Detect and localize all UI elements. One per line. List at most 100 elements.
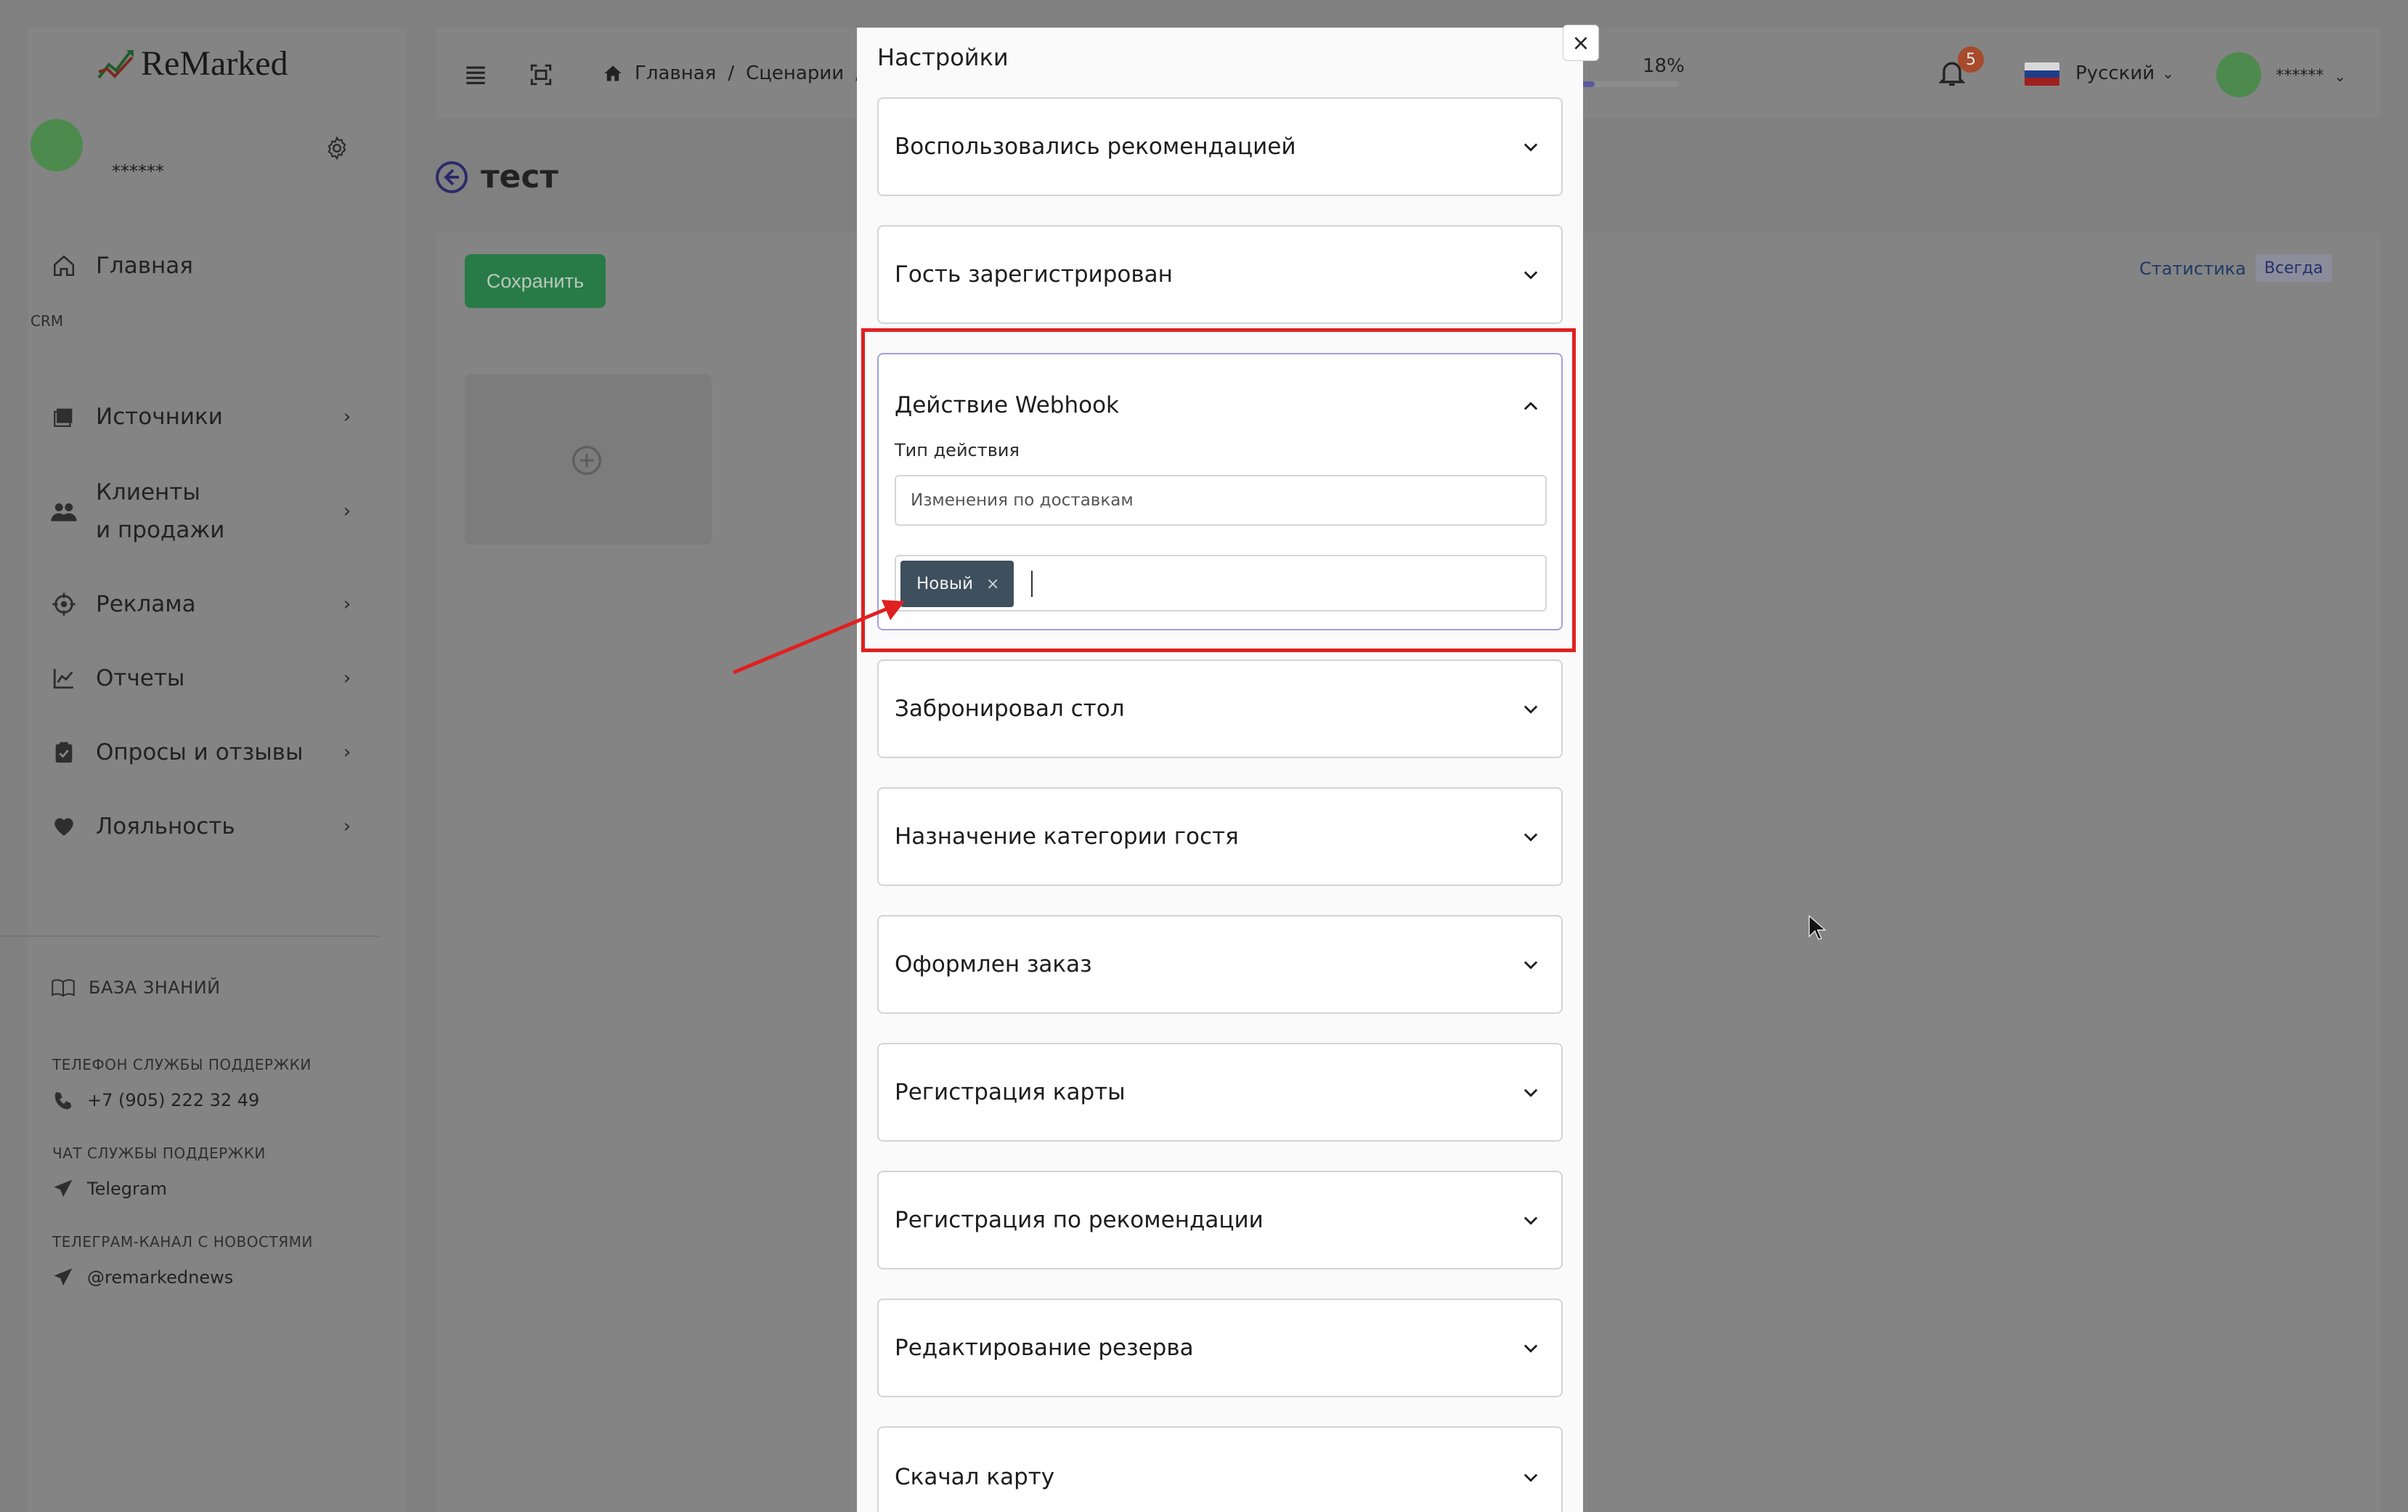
chevron-right-icon: ›	[343, 500, 351, 522]
support-chat-link[interactable]: Telegram	[52, 1178, 167, 1200]
russia-flag-icon[interactable]	[2025, 62, 2059, 86]
support-chat-value: Telegram	[87, 1179, 167, 1199]
accordion-item[interactable]: Забронировал стол	[877, 659, 1563, 758]
sidebar-item-label: Главная	[96, 253, 193, 279]
menu-icon[interactable]	[463, 62, 488, 87]
user-avatar[interactable]	[2216, 52, 2261, 97]
back-arrow-icon[interactable]	[434, 160, 469, 195]
accordion-title: Скачал карту	[895, 1464, 1055, 1490]
accordion-title: Редактирование резерва	[895, 1335, 1194, 1361]
chevron-down-icon	[1524, 1089, 1538, 1097]
news-channel-value: @remarkednews	[87, 1267, 234, 1288]
sidebar-item-label: Отчеты	[96, 665, 185, 691]
send-icon	[54, 1179, 73, 1198]
target-icon	[49, 590, 78, 619]
sidebar-divider	[0, 935, 379, 937]
chevron-right-icon: ›	[343, 816, 351, 837]
sidebar-item-label: Клиенты и продажи	[96, 479, 225, 543]
accordion-title: Назначение категории гостя	[895, 824, 1239, 850]
accordion-title: Регистрация карты	[895, 1079, 1126, 1105]
profile-name: ******	[112, 161, 164, 182]
progress-label: 18%	[1643, 55, 1685, 77]
chevron-down-icon: ⌄	[2334, 67, 2346, 85]
cards-icon	[49, 402, 78, 431]
send-icon	[54, 1268, 73, 1286]
profile-avatar[interactable]	[30, 119, 83, 171]
accordion-item[interactable]: Воспользовались рекомендацией	[877, 97, 1563, 196]
book-icon	[52, 979, 75, 997]
accordion-title: Воспользовались рекомендацией	[895, 134, 1296, 160]
sidebar-item-surveys[interactable]: Опросы и отзывы ›	[49, 733, 354, 771]
accordion-item[interactable]: Гость зарегистрирован	[877, 225, 1563, 324]
expand-icon[interactable]	[529, 62, 553, 87]
chevron-down-icon	[1524, 705, 1538, 714]
sidebar-item-reports[interactable]: Отчеты ›	[49, 659, 354, 697]
chevron-down-icon	[1524, 1344, 1538, 1353]
crm-section-label: CRM	[30, 312, 64, 330]
support-chat-label: ЧАТ СЛУЖБЫ ПОДДЕРЖКИ	[52, 1145, 266, 1162]
sidebar-item-sources[interactable]: Источники ›	[49, 398, 354, 436]
chevron-right-icon: ›	[343, 593, 351, 615]
brand-name: ReMarked	[141, 44, 288, 83]
notifications-badge: 5	[1958, 46, 1984, 73]
breadcrumb-home[interactable]: Главная	[635, 62, 716, 84]
save-button[interactable]: Сохранить	[465, 254, 606, 308]
sidebar-item-label: Источники	[96, 404, 223, 430]
news-channel-label: ТЕЛЕГРАМ-КАНАЛ С НОВОСТЯМИ	[52, 1233, 313, 1251]
chart-logo-icon	[97, 49, 134, 78]
chevron-down-icon	[1524, 143, 1538, 152]
brand-logo[interactable]: ReMarked	[97, 44, 288, 84]
sidebar-item-clients[interactable]: Клиенты и продажи ›	[49, 473, 354, 549]
chevron-down-icon	[1524, 271, 1538, 280]
chevron-right-icon: ›	[343, 406, 351, 428]
accordion-item[interactable]: Регистрация карты	[877, 1043, 1563, 1142]
chevron-down-icon: ⌄	[2162, 65, 2174, 82]
support-phone-link[interactable]: +7 (905) 222 32 49	[52, 1089, 259, 1111]
home-icon	[49, 251, 78, 280]
knowledge-base-link[interactable]: БАЗА ЗНАНИЙ	[51, 977, 221, 998]
user-menu[interactable]: ****** ⌄	[2276, 67, 2346, 85]
accordion-title: Гость зарегистрирован	[895, 261, 1173, 288]
accordion-item[interactable]: Оформлен заказ	[877, 915, 1563, 1014]
clipboard-check-icon	[49, 738, 78, 767]
sidebar-item-home[interactable]: Главная	[49, 247, 354, 285]
sidebar-item-label: Опросы и отзывы	[96, 739, 304, 765]
users-icon	[49, 497, 78, 526]
accordion-item[interactable]: Назначение категории гостя	[877, 787, 1563, 886]
chevron-down-icon	[1524, 1216, 1538, 1225]
progress-bar	[1576, 81, 1679, 87]
chevron-right-icon: ›	[343, 667, 351, 689]
knowledge-base-label: БАЗА ЗНАНИЙ	[89, 977, 221, 998]
support-phone-value: +7 (905) 222 32 49	[87, 1090, 260, 1110]
plus-circle-icon[interactable]	[571, 444, 603, 476]
accordion-title: Регистрация по рекомендации	[895, 1207, 1264, 1233]
sidebar-item-ads[interactable]: Реклама ›	[49, 585, 354, 623]
chevron-down-icon	[1524, 1474, 1538, 1482]
line-chart-icon	[49, 664, 78, 693]
always-badge[interactable]: Всегда	[2256, 254, 2332, 282]
news-channel-link[interactable]: @remarkednews	[52, 1267, 233, 1288]
mouse-cursor-icon	[1808, 915, 1826, 940]
sidebar-item-label: Реклама	[96, 591, 196, 617]
accordion-title: Забронировал стол	[895, 696, 1125, 722]
user-name: ******	[2276, 67, 2324, 85]
breadcrumb-scenarios[interactable]: Сценарии	[746, 62, 844, 84]
chevron-down-icon	[1524, 961, 1538, 970]
heart-icon	[49, 812, 78, 841]
page-title: тест	[481, 158, 558, 195]
support-phone-label: ТЕЛЕФОН СЛУЖБЫ ПОДДЕРЖКИ	[52, 1056, 312, 1073]
language-label: Русский	[2075, 62, 2155, 84]
accordion-title: Оформлен заказ	[895, 951, 1092, 977]
statistics-link[interactable]: Статистика	[2139, 259, 2246, 279]
close-button[interactable]: ×	[1563, 25, 1599, 61]
gear-icon[interactable]	[324, 135, 350, 161]
accordion-item[interactable]: Редактирование резерва	[877, 1298, 1563, 1397]
accordion-item[interactable]: Скачал карту	[877, 1426, 1563, 1512]
chevron-right-icon: ›	[343, 741, 351, 763]
accordion-item[interactable]: Регистрация по рекомендации	[877, 1171, 1563, 1269]
sidebar-item-loyalty[interactable]: Лояльность ›	[49, 808, 354, 845]
phone-icon	[54, 1092, 72, 1110]
home-icon	[604, 65, 622, 81]
language-select[interactable]: Русский ⌄	[2075, 62, 2174, 84]
highlight-box	[861, 328, 1576, 652]
